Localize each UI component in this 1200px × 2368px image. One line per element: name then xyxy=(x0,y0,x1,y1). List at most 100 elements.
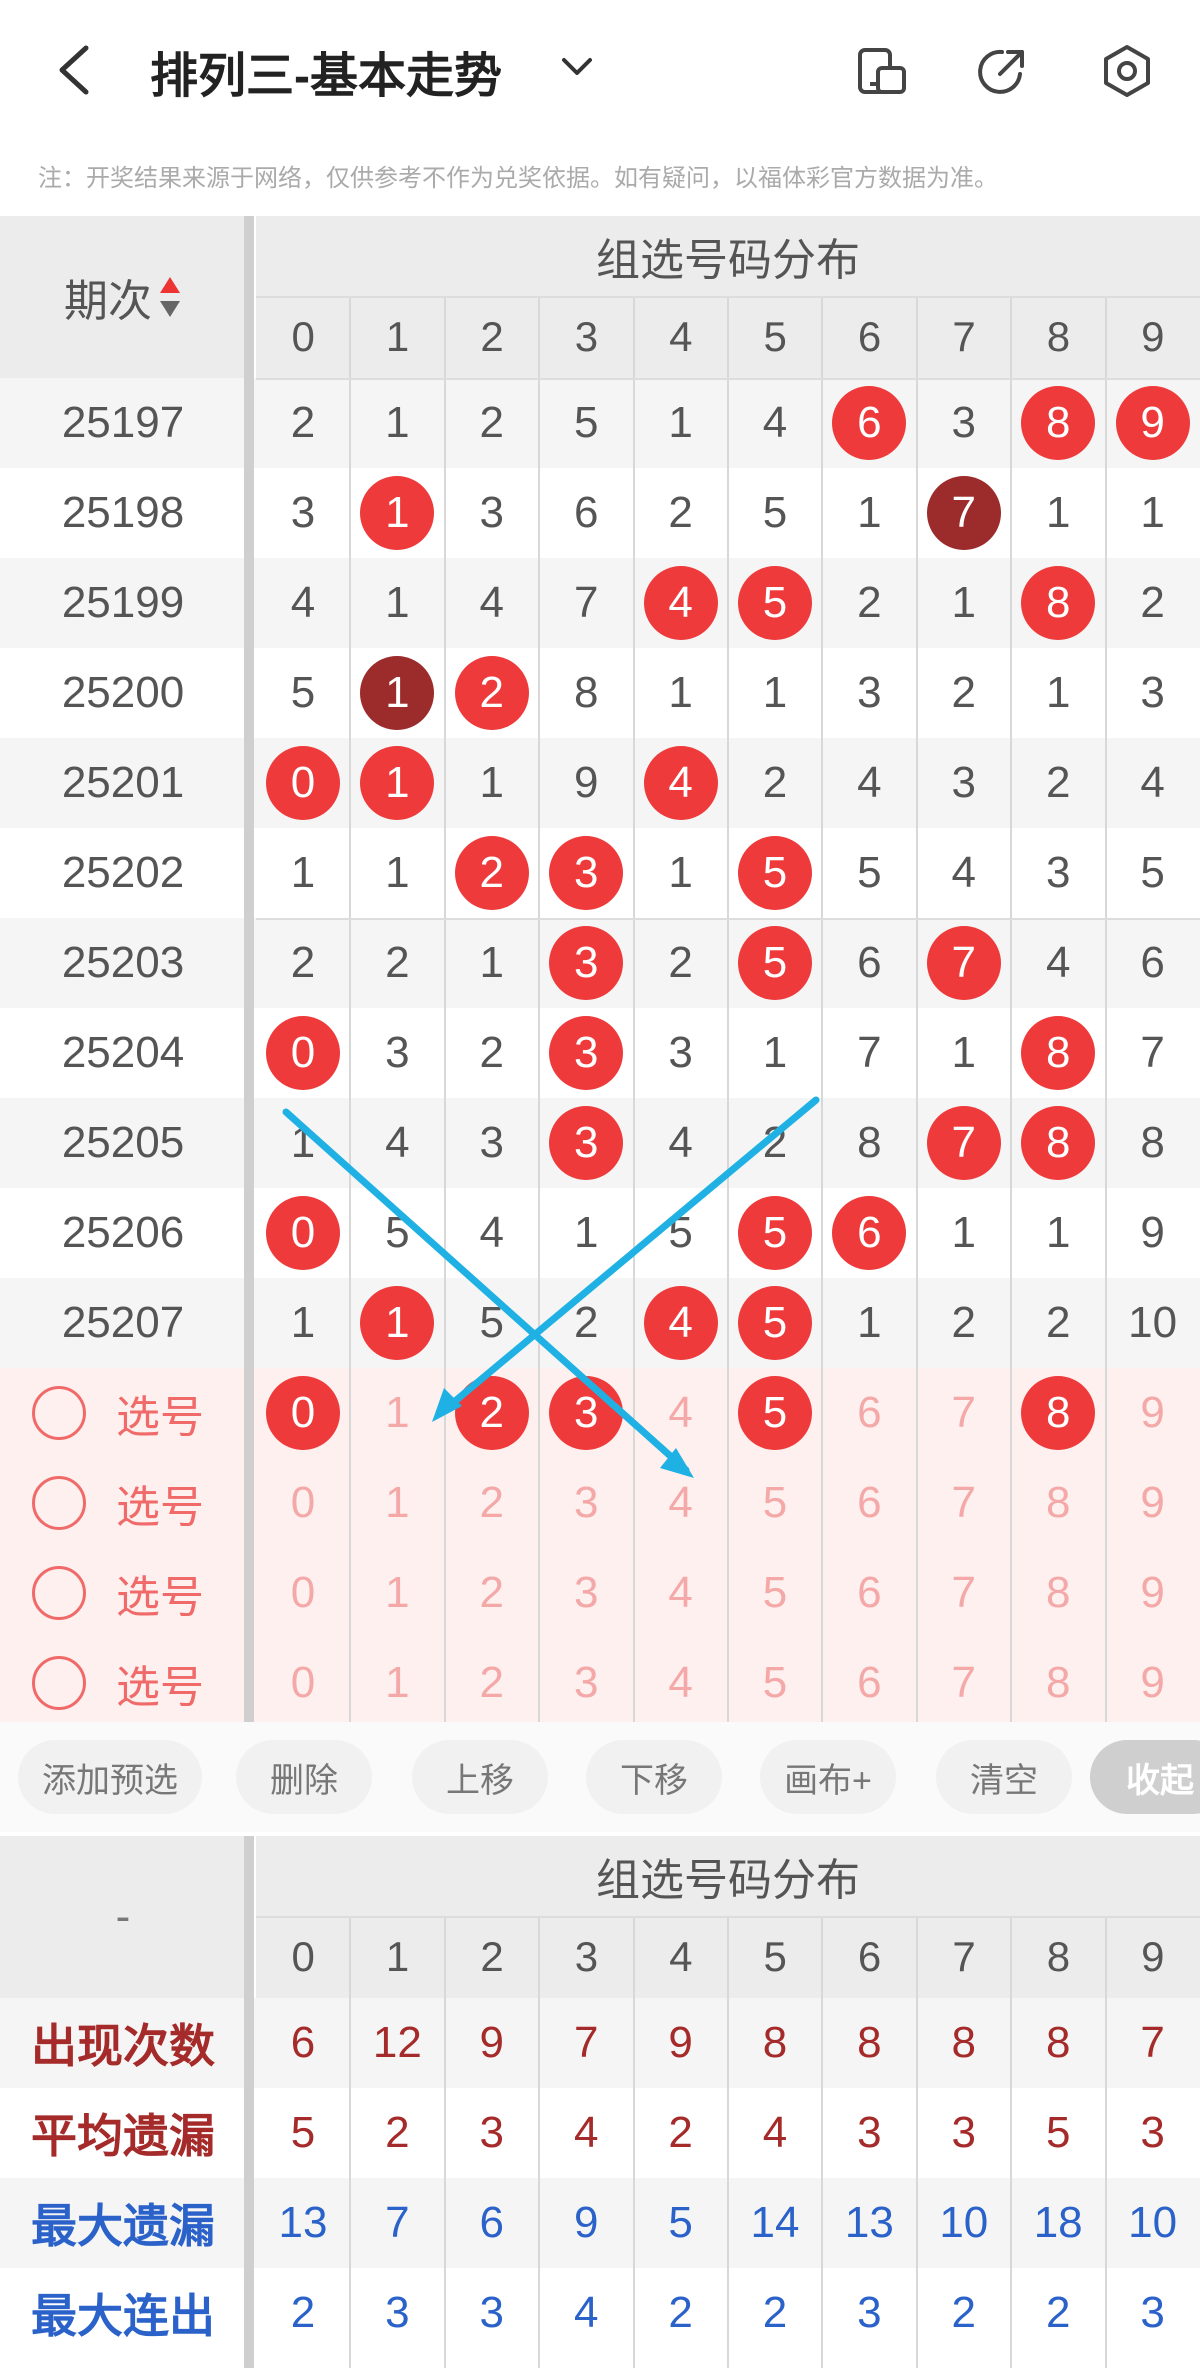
toolbar-button-4[interactable]: 画布+ xyxy=(760,1740,896,1814)
stats-value-cell: 4 xyxy=(573,2108,599,2157)
distribution-cell: 8 xyxy=(573,668,599,717)
selection-digit-2[interactable]: 2 xyxy=(445,1638,539,1728)
sort-icon[interactable] xyxy=(158,273,182,321)
selection-label-text: 选号 xyxy=(116,1663,204,1712)
distribution-cell: 3 xyxy=(385,1028,410,1077)
selection-digit-3[interactable]: 3 xyxy=(539,1548,633,1638)
selection-label[interactable]: 选号 xyxy=(0,1638,246,1728)
selection-digit-7[interactable]: 7 xyxy=(917,1368,1011,1458)
selection-digit-0[interactable]: 0 xyxy=(256,1458,350,1548)
selection-digit-8[interactable]: 8 xyxy=(1011,1638,1105,1728)
selection-digit-3[interactable]: 3 xyxy=(539,1368,633,1458)
distribution-cell: 4 xyxy=(634,1278,728,1368)
selection-digit-6[interactable]: 6 xyxy=(822,1368,916,1458)
selection-digit-8[interactable]: 8 xyxy=(1011,1458,1105,1548)
toolbar-button-5[interactable]: 清空 xyxy=(936,1740,1072,1814)
select-circle-icon[interactable] xyxy=(32,1566,86,1620)
selection-digit-1[interactable]: 1 xyxy=(350,1368,444,1458)
selected-ball[interactable]: 3 xyxy=(549,1376,624,1450)
selection-digit-5[interactable]: 5 xyxy=(728,1548,822,1638)
selection-digit-2[interactable]: 2 xyxy=(445,1548,539,1638)
chevron-down-icon[interactable] xyxy=(560,56,594,78)
main-digit-header-4: 4 xyxy=(669,313,693,360)
toolbar-button-3[interactable]: 下移 xyxy=(586,1740,722,1814)
select-circle-icon[interactable] xyxy=(32,1656,86,1710)
selection-digit-4[interactable]: 4 xyxy=(634,1458,728,1548)
distribution-cell: 1 xyxy=(350,738,444,828)
stats-column-gridline xyxy=(1010,1916,1013,2368)
share-external-icon[interactable] xyxy=(976,44,1030,98)
selection-digit-9[interactable]: 9 xyxy=(1106,1368,1200,1458)
selection-digit-6[interactable]: 6 xyxy=(822,1638,916,1728)
distribution-header: 组选号码分布 xyxy=(256,216,1200,296)
selected-ball[interactable]: 0 xyxy=(266,1376,340,1450)
selected-ball[interactable]: 5 xyxy=(738,1376,812,1450)
back-arrow-icon[interactable] xyxy=(52,44,100,96)
selection-digit-1[interactable]: 1 xyxy=(350,1638,444,1728)
selected-ball[interactable]: 2 xyxy=(454,1376,529,1450)
selection-digit-9[interactable]: 9 xyxy=(1106,1638,1200,1728)
selection-digit-6[interactable]: 6 xyxy=(822,1458,916,1548)
distribution-cell: 2 xyxy=(445,828,539,918)
selection-digit-2[interactable]: 2 xyxy=(445,1458,539,1548)
settings-icon[interactable] xyxy=(1100,44,1154,98)
selection-digit-5[interactable]: 5 xyxy=(728,1458,822,1548)
stats-value-cell: 7 xyxy=(1140,2018,1165,2067)
distribution-cell: 5 xyxy=(728,828,822,918)
distribution-cell: 1 xyxy=(857,488,882,537)
stats-value-cell: 7 xyxy=(573,2018,599,2067)
distribution-cell: 1 xyxy=(762,668,788,717)
distribution-cell: 3 xyxy=(479,488,505,537)
stats-value-cell: 3 xyxy=(857,2288,882,2337)
selection-digit-7[interactable]: 7 xyxy=(917,1458,1011,1548)
selection-digit-4[interactable]: 4 xyxy=(634,1548,728,1638)
selection-label[interactable]: 选号 xyxy=(0,1548,246,1638)
period-cell: 25206 xyxy=(61,1208,185,1257)
selection-digit-2[interactable]: 2 xyxy=(445,1368,539,1458)
selection-digit-5[interactable]: 5 xyxy=(728,1638,822,1728)
selection-digit-0[interactable]: 0 xyxy=(256,1638,350,1728)
distribution-cell: 1 xyxy=(857,1298,882,1347)
selection-digit-8[interactable]: 8 xyxy=(1011,1548,1105,1638)
hit-ball: 8 xyxy=(1021,386,1096,460)
selection-digit-4[interactable]: 4 xyxy=(634,1368,728,1458)
selection-digit-0[interactable]: 0 xyxy=(256,1368,350,1458)
select-circle-icon[interactable] xyxy=(32,1386,86,1440)
toolbar-button-1[interactable]: 删除 xyxy=(236,1740,372,1814)
selection-digit-1[interactable]: 1 xyxy=(350,1458,444,1548)
selection-digit-9[interactable]: 9 xyxy=(1106,1458,1200,1548)
selection-digit-3[interactable]: 3 xyxy=(539,1638,633,1728)
collapse-button[interactable]: 收起 xyxy=(1090,1740,1200,1814)
hit-ball: 8 xyxy=(1021,1106,1096,1180)
period-cell: 25199 xyxy=(61,578,185,627)
page-title[interactable]: 排列三-基本走势 xyxy=(150,36,502,106)
stats-digit-header-6: 6 xyxy=(857,1933,882,1980)
selection-digit-7[interactable]: 7 xyxy=(917,1638,1011,1728)
selected-ball[interactable]: 8 xyxy=(1021,1376,1096,1450)
selection-label[interactable]: 选号 xyxy=(0,1458,246,1548)
period-header-cell[interactable]: 期次 xyxy=(0,216,246,378)
phone-screen-icon[interactable] xyxy=(856,44,910,98)
distribution-cell: 2 xyxy=(479,1028,505,1077)
selection-digit-7[interactable]: 7 xyxy=(917,1548,1011,1638)
hit-ball: 2 xyxy=(454,836,529,910)
selection-digit-3[interactable]: 3 xyxy=(539,1458,633,1548)
hit-ball: 3 xyxy=(549,926,624,1000)
period-header-label: 期次 xyxy=(64,277,152,326)
selection-digit-1[interactable]: 1 xyxy=(350,1548,444,1638)
selection-digit-6[interactable]: 6 xyxy=(822,1548,916,1638)
distribution-cell: 1 xyxy=(1140,488,1165,537)
stats-row-label: 平均遗漏 xyxy=(31,2110,215,2162)
selection-digit-4[interactable]: 4 xyxy=(634,1638,728,1728)
selection-digit-9[interactable]: 9 xyxy=(1106,1548,1200,1638)
selection-digit-0[interactable]: 0 xyxy=(256,1548,350,1638)
selection-digit-8[interactable]: 8 xyxy=(1011,1368,1105,1458)
selection-label[interactable]: 选号 xyxy=(0,1368,246,1458)
stats-value-cell: 2 xyxy=(385,2108,410,2157)
selection-digit-5[interactable]: 5 xyxy=(728,1368,822,1458)
stats-row-label: 最大遗漏 xyxy=(31,2200,215,2252)
toolbar-button-0[interactable]: 添加预选 xyxy=(18,1740,202,1814)
toolbar-button-2[interactable]: 上移 xyxy=(412,1740,548,1814)
distribution-cell: 2 xyxy=(479,398,505,447)
select-circle-icon[interactable] xyxy=(32,1476,86,1530)
